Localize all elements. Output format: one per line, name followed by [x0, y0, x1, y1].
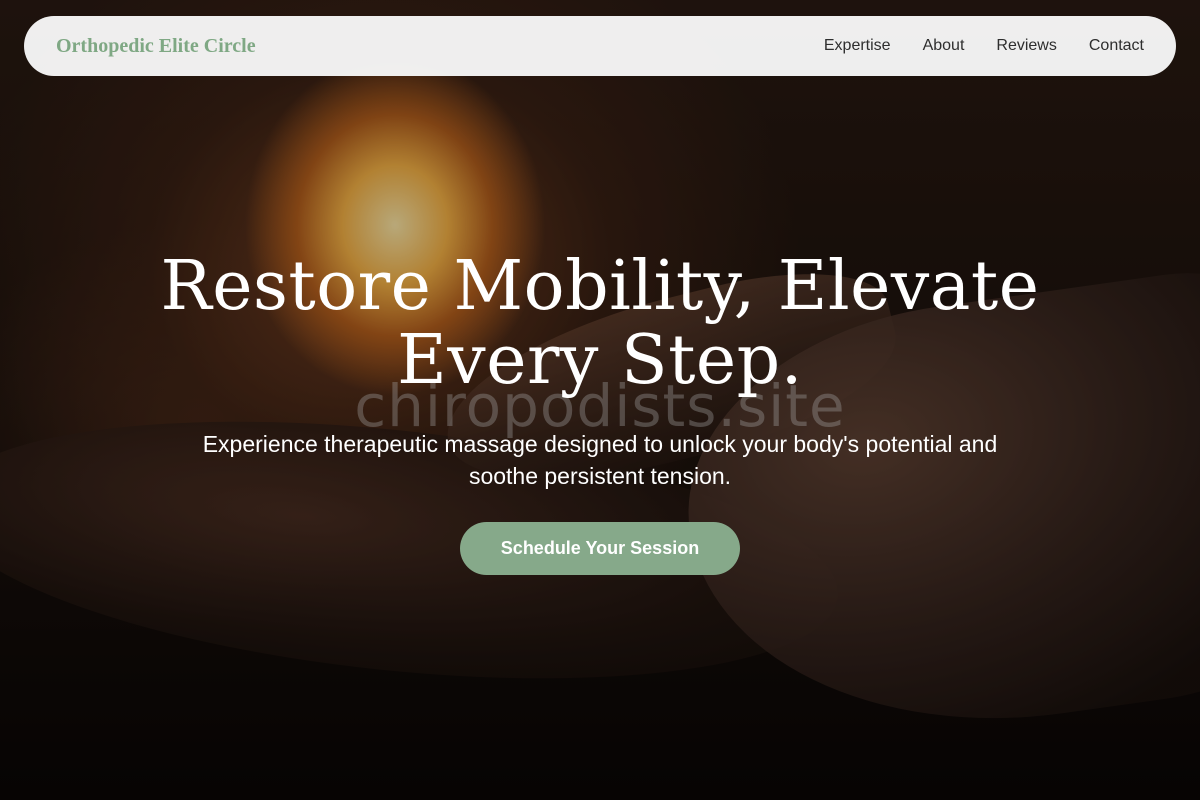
- nav-link-contact[interactable]: Contact: [1089, 37, 1144, 55]
- top-navbar: Orthopedic Elite Circle Expertise About …: [24, 16, 1176, 76]
- nav-links: Expertise About Reviews Contact: [824, 37, 1144, 55]
- hero-subtitle: Experience therapeutic massage designed …: [202, 431, 998, 489]
- schedule-session-button[interactable]: Schedule Your Session: [460, 522, 740, 575]
- brand-logo-link[interactable]: Orthopedic Elite Circle: [56, 35, 256, 58]
- hero-content: Restore Mobility, Elevate Every Step. Ex…: [0, 250, 1200, 575]
- hero-headline: Restore Mobility, Elevate Every Step.: [160, 247, 1040, 400]
- nav-link-expertise[interactable]: Expertise: [824, 37, 891, 55]
- nav-link-reviews[interactable]: Reviews: [996, 37, 1056, 55]
- nav-link-about[interactable]: About: [923, 37, 965, 55]
- hero-section: chiropodists.site Orthopedic Elite Circl…: [0, 0, 1200, 800]
